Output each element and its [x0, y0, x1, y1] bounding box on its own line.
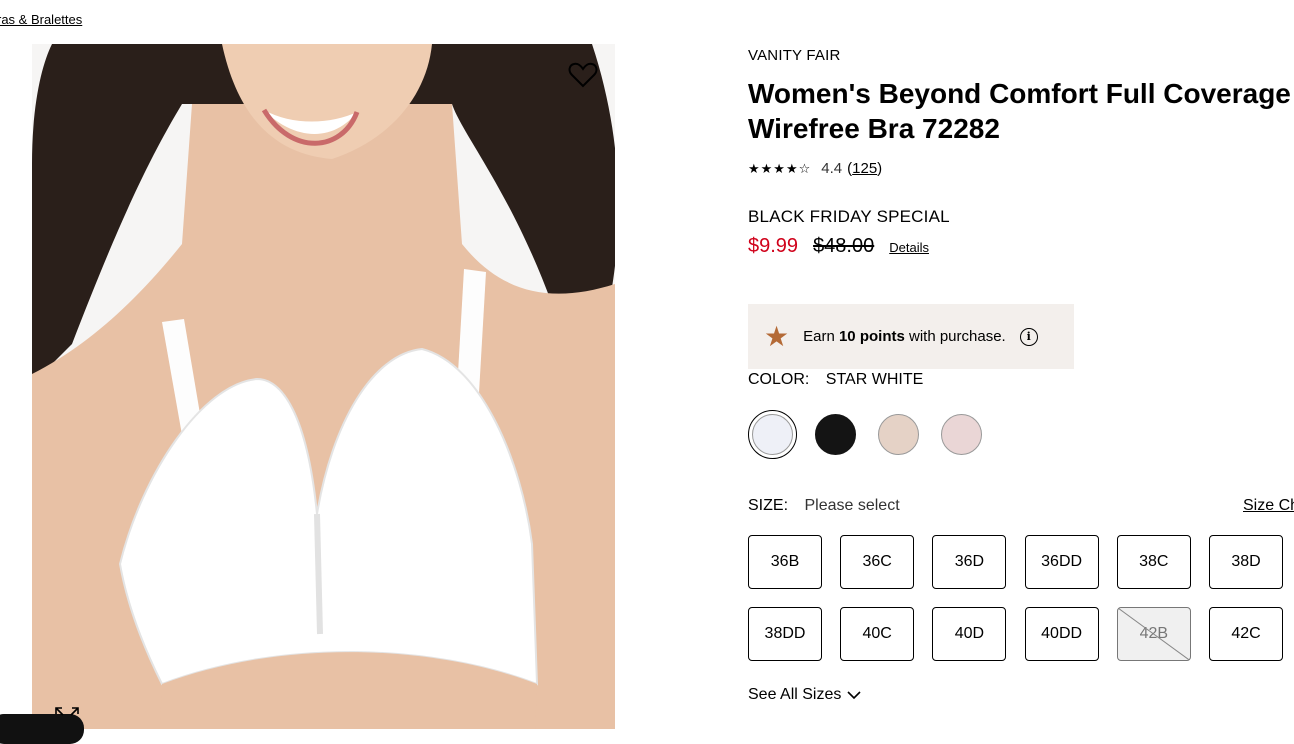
size-label-text: SIZE:	[748, 497, 789, 514]
see-all-sizes-button[interactable]: See All Sizes	[748, 686, 861, 704]
color-swatch-chip	[752, 414, 793, 455]
price-block: $9.99 $48.00 Details	[748, 235, 929, 258]
color-label: COLOR: STAR WHITE	[748, 371, 923, 389]
size-option-label: 40DD	[1041, 625, 1083, 642]
color-swatch-chip	[815, 414, 856, 455]
size-option-label: 36D	[954, 553, 985, 570]
size-option-label: 38C	[1139, 553, 1169, 570]
original-price: $48.00	[813, 235, 875, 257]
color-swatch[interactable]	[748, 410, 797, 459]
color-swatch-chip	[878, 414, 919, 455]
heart-icon[interactable]	[568, 61, 598, 89]
selected-color: STAR WHITE	[825, 371, 924, 388]
points-suffix: with purchase.	[904, 328, 1006, 345]
color-swatch[interactable]	[811, 410, 860, 459]
color-swatches	[748, 410, 1000, 459]
product-image[interactable]	[32, 44, 615, 729]
color-label-text: COLOR:	[748, 371, 810, 388]
star-icon: ★	[764, 320, 790, 352]
points-prefix: Earn	[803, 328, 839, 345]
size-option-40d[interactable]: 40D	[932, 607, 1007, 661]
breadcrumb-link[interactable]: ras & Bralettes	[0, 12, 82, 27]
size-chart-link[interactable]: Size Ch	[1243, 497, 1294, 515]
rating-close-paren: )	[877, 160, 883, 177]
size-option-label: 36B	[770, 553, 800, 570]
chevron-down-icon	[847, 690, 861, 699]
product-title: Women's Beyond Comfort Full Coverage Wir…	[748, 78, 1291, 144]
size-option-36b[interactable]: 36B	[748, 535, 822, 589]
unavailable-slash	[1117, 608, 1190, 660]
color-swatch[interactable]	[874, 410, 923, 459]
product-photo	[32, 44, 615, 729]
star-rating-icon: ★★★★☆	[748, 160, 812, 176]
expand-icon[interactable]	[54, 706, 80, 726]
size-option-40dd[interactable]: 40DD	[1024, 607, 1099, 661]
review-count-link[interactable]: 125	[852, 160, 877, 177]
selected-size: Please select	[804, 497, 900, 514]
size-option-label: 40D	[954, 625, 985, 642]
size-option-38d[interactable]: 38D	[1209, 535, 1283, 589]
brand-name[interactable]: VANITY FAIR	[748, 47, 841, 64]
points-amount: 10 points	[838, 328, 905, 345]
size-option-42c[interactable]: 42C	[1209, 607, 1283, 661]
size-option-label: 38DD	[764, 625, 806, 642]
price-details-link[interactable]: Details	[889, 240, 929, 255]
size-option-36d[interactable]: 36D	[932, 535, 1007, 589]
size-option-42b[interactable]: 42B	[1116, 607, 1191, 661]
sale-price: $9.99	[748, 235, 799, 257]
size-option-label: 42C	[1231, 625, 1261, 642]
loyalty-points-banner: ★ Earn 10 points with purchase. i	[748, 304, 1074, 369]
size-label: SIZE: Please select	[748, 497, 900, 515]
rating-value: 4.4	[821, 160, 843, 177]
color-swatch[interactable]	[937, 410, 986, 459]
size-option-label: 38D	[1231, 553, 1261, 570]
info-icon[interactable]: i	[1019, 327, 1038, 346]
color-swatch-chip	[941, 414, 982, 455]
size-option-label: 36C	[862, 553, 892, 570]
size-option-40c[interactable]: 40C	[840, 607, 915, 661]
see-all-sizes-label: See All Sizes	[748, 686, 842, 703]
size-option-36dd[interactable]: 36DD	[1024, 535, 1099, 589]
size-option-label: 40C	[862, 625, 892, 642]
size-option-36c[interactable]: 36C	[840, 535, 915, 589]
size-option-label: 36DD	[1041, 553, 1083, 570]
size-option-38c[interactable]: 38C	[1116, 535, 1191, 589]
size-option-38dd[interactable]: 38DD	[748, 607, 822, 661]
promo-label: BLACK FRIDAY SPECIAL	[748, 207, 950, 226]
rating[interactable]: ★★★★☆ 4.4 ( 125 )	[748, 160, 882, 177]
